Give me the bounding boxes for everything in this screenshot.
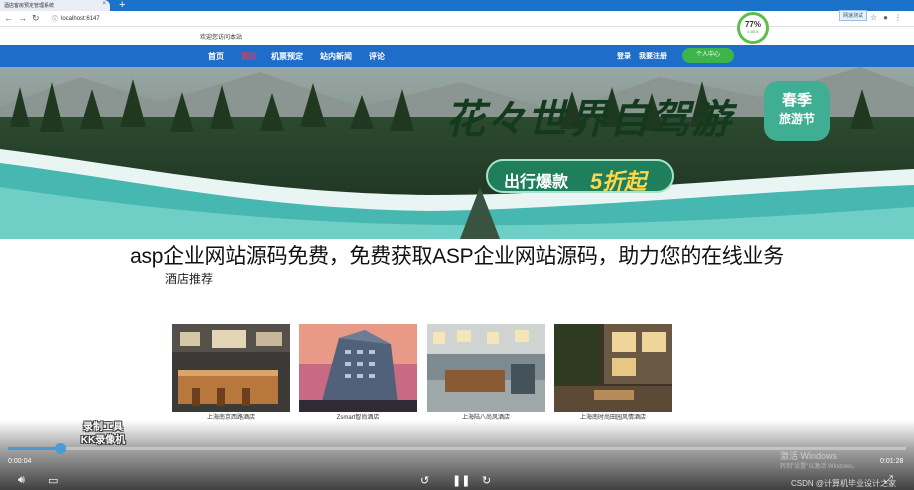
speed-widget[interactable]: 77% 4.8K/s [737,12,769,44]
speed-percent: 77% [744,20,761,29]
login-link[interactable]: 登录 [617,51,631,61]
back-icon[interactable]: ← [4,13,13,23]
net-test-badge[interactable]: 网速测试 [839,10,868,21]
nav-home[interactable]: 首页 [208,51,224,62]
hotel-photo-4 [554,324,672,412]
menu-icon[interactable]: ⋮ [894,13,902,22]
badge-top: 春季 [781,92,812,109]
nav-flight[interactable]: 机票预定 [271,51,303,62]
csdn-watermark: CSDN @计算机毕业设计之家 [791,479,897,488]
festival-badge: 春季 旅游节 [764,81,830,141]
video-progress-bar[interactable] [8,443,906,454]
tab-title: 酒店客房预定管理系统 [4,3,55,9]
current-time: 0:00:04 [8,458,32,465]
banner-headline: 花々世界自驾游 [445,96,732,143]
reload-icon[interactable]: ↻ [32,13,40,24]
close-tab-icon[interactable]: × [102,1,106,7]
address-bar-row: ← → ↻ ⓘ localhost:6147 ☆ ● ⋮ [0,11,914,27]
nav-hotel[interactable]: 酒店 [241,51,257,62]
pause-icon[interactable]: ❚❚ [452,474,470,487]
hotel-image-1[interactable] [172,324,290,412]
promo-discount: 5折起 [590,169,647,194]
hotel-image-2[interactable] [299,324,417,412]
section-title: 酒店推荐 [165,272,214,286]
windows-activation-sub: 转到"设置"以激活 Windows。 [780,464,859,470]
watermark-line2: KK录像机 [80,435,126,446]
new-tab-icon[interactable]: + [119,0,125,11]
main-nav: 首页 酒店 机票预定 站内新闻 评论 登录 我要注册 个人中心 [0,45,914,67]
hotel-photo-3 [427,324,545,412]
welcome-bar: 欢迎您访问本站 [0,28,914,44]
rewind-10-icon[interactable]: ↺ [420,474,429,487]
hotel-image-4[interactable] [554,324,672,412]
subtitles-icon[interactable]: ▭ [48,474,58,487]
hotel-photo-2 [299,324,417,412]
speed-rate: 4.8K/s [747,29,759,34]
watermark-line1: 录制工具 [83,422,123,433]
account-icon[interactable]: ● [883,13,888,22]
star-icon[interactable]: ☆ [870,13,877,22]
register-link[interactable]: 我要注册 [639,51,667,61]
recorder-watermark: 录制工具 KK录像机 [66,421,140,451]
badge-bottom: 旅游节 [778,112,815,126]
extensions-area: ☆ ● ⋮ [870,13,902,22]
overlay-title: asp企业网站源码免费，免费获取ASP企业网站源码，助力您的在线业务 [130,245,784,268]
hotel-photo-1 [172,324,290,412]
browser-tab[interactable]: 酒店客房预定管理系统 × [0,0,110,11]
user-center-button[interactable]: 个人中心 [682,48,734,63]
progress-fill [8,447,61,450]
url-text: localhost:6147 [61,15,100,22]
info-icon: ⓘ [52,17,59,23]
hotel-image-3[interactable] [427,324,545,412]
url-field[interactable]: ⓘ localhost:6147 [52,14,100,24]
forward-30-icon[interactable]: ↻ [482,474,491,487]
welcome-text: 欢迎您访问本站 [200,35,243,41]
forward-icon[interactable]: → [18,13,27,23]
promo-banner[interactable]: 花々世界自驾游 出行爆款 5折起 春季 旅游节 [0,67,914,239]
progress-knob[interactable] [55,443,67,454]
promo-pill: 出行爆款 5折起 [486,159,674,194]
promo-text: 出行爆款 [504,174,569,191]
volume-icon[interactable]: 🔊︎ [18,474,25,487]
browser-tab-bar: 酒店客房预定管理系统 × + [0,0,914,11]
total-time: 0:01:28 [880,458,904,465]
nav-news[interactable]: 站内新闻 [320,51,352,62]
nav-comments[interactable]: 评论 [369,51,385,62]
